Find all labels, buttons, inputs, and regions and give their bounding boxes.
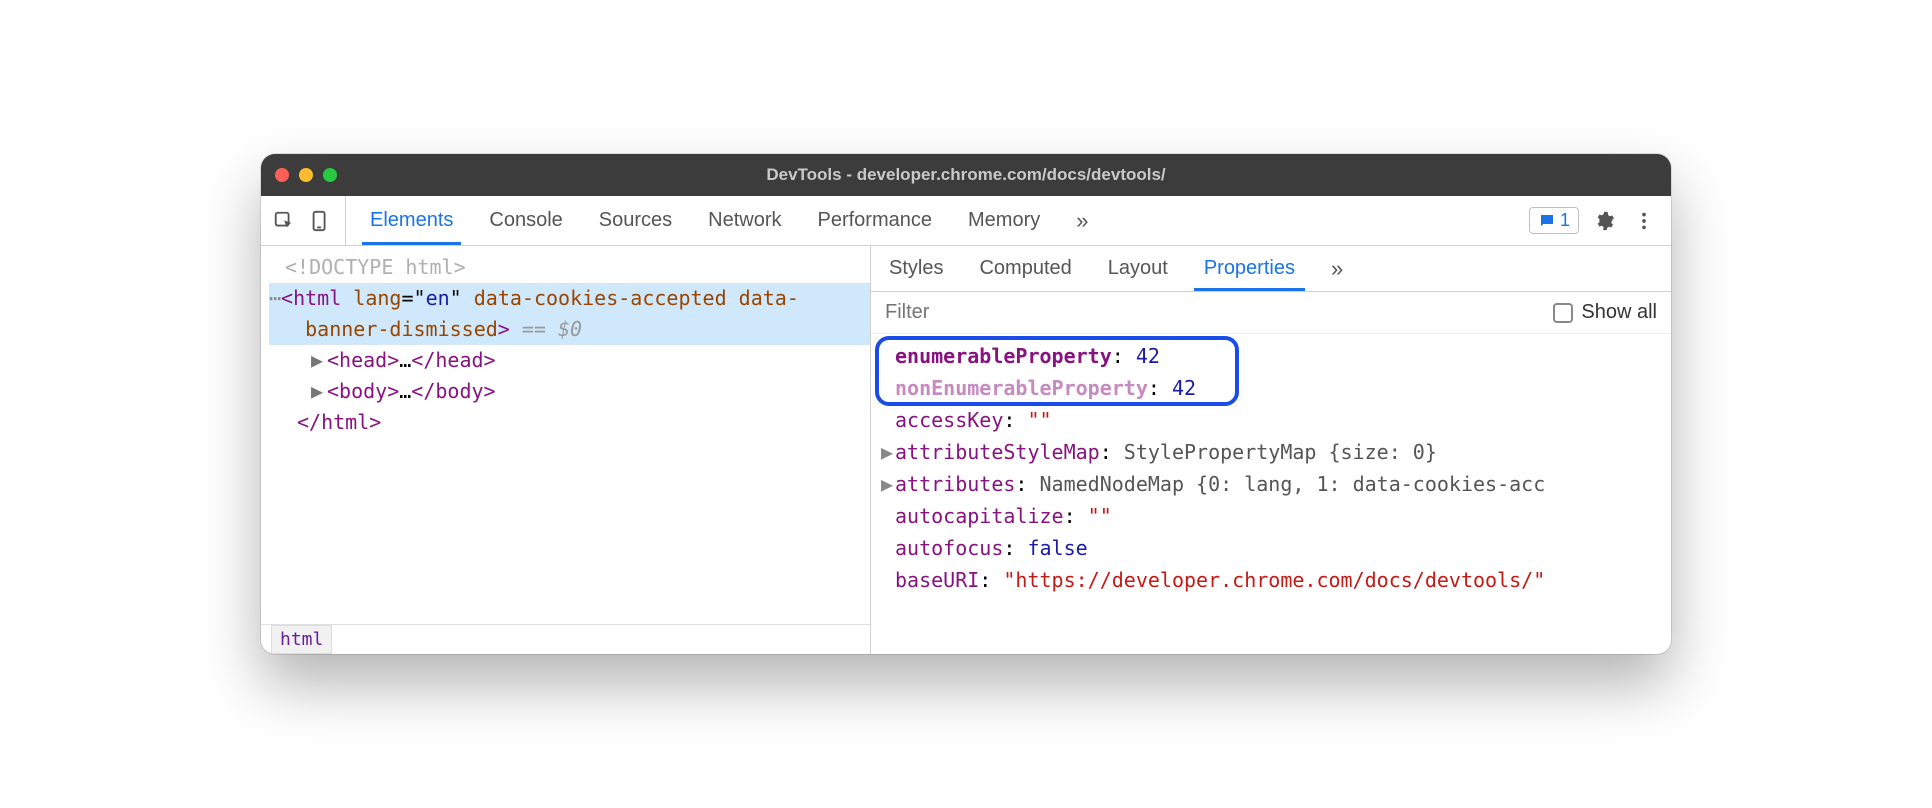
property-row[interactable]: accessKey: "" (881, 404, 1671, 436)
tab-elements[interactable]: Elements (352, 196, 471, 245)
ellipsis-icon: ⋯ (269, 286, 281, 310)
titlebar: DevTools - developer.chrome.com/docs/dev… (261, 154, 1671, 196)
dom-doctype[interactable]: <!DOCTYPE html> (269, 252, 870, 283)
expand-icon[interactable]: ▶ (311, 376, 327, 407)
show-all-toggle[interactable]: Show all (1553, 301, 1657, 324)
devtools-window: DevTools - developer.chrome.com/docs/dev… (261, 154, 1671, 654)
subtab-computed[interactable]: Computed (961, 246, 1089, 291)
issues-button[interactable]: 1 (1529, 207, 1579, 234)
property-row[interactable]: enumerableProperty: 42 (881, 340, 1671, 372)
subtab-properties[interactable]: Properties (1186, 246, 1313, 291)
window-title: DevTools - developer.chrome.com/docs/dev… (766, 165, 1165, 185)
filter-bar: Show all (871, 292, 1671, 334)
dom-html-close[interactable]: </html> (269, 407, 870, 438)
property-row[interactable]: autofocus: false (881, 532, 1671, 564)
chevron-double-icon (1076, 208, 1088, 234)
property-row[interactable]: autocapitalize: "" (881, 500, 1671, 532)
sidebar-tabs: Styles Computed Layout Properties (871, 246, 1671, 292)
tab-network[interactable]: Network (690, 196, 799, 245)
settings-icon[interactable] (1589, 206, 1619, 236)
selected-marker: == $0 (510, 317, 582, 341)
chevron-double-icon (1331, 256, 1343, 282)
minimize-icon[interactable] (299, 168, 313, 182)
tab-performance[interactable]: Performance (800, 196, 951, 245)
inspect-icon[interactable] (269, 206, 299, 236)
more-icon[interactable] (1629, 206, 1659, 236)
property-row[interactable]: ▶attributeStyleMap: StylePropertyMap {si… (881, 436, 1671, 468)
sidebar-pane: Styles Computed Layout Properties Show a… (871, 246, 1671, 654)
tab-sources[interactable]: Sources (581, 196, 690, 245)
properties-list[interactable]: enumerableProperty: 42nonEnumerablePrope… (871, 334, 1671, 596)
breadcrumb-item[interactable]: html (271, 625, 332, 654)
property-row[interactable]: nonEnumerableProperty: 42 (881, 372, 1671, 404)
property-row[interactable]: ▶attributes: NamedNodeMap {0: lang, 1: d… (881, 468, 1671, 500)
property-row[interactable]: baseURI: "https://developer.chrome.com/d… (881, 564, 1671, 596)
elements-pane: <!DOCTYPE html> ⋯<html lang="en" data-co… (261, 246, 871, 654)
subtabs-overflow[interactable] (1313, 246, 1361, 291)
main-toolbar: Elements Console Sources Network Perform… (261, 196, 1671, 246)
dom-tree[interactable]: <!DOCTYPE html> ⋯<html lang="en" data-co… (261, 246, 870, 624)
checkbox-icon[interactable] (1553, 303, 1573, 323)
maximize-icon[interactable] (323, 168, 337, 182)
device-toggle-icon[interactable] (305, 206, 335, 236)
show-all-label: Show all (1581, 301, 1657, 324)
issues-count: 1 (1560, 210, 1570, 231)
close-icon[interactable] (275, 168, 289, 182)
expand-icon[interactable]: ▶ (311, 345, 327, 376)
dom-body[interactable]: ▶<body>…</body> (269, 376, 870, 407)
dom-html-element[interactable]: ⋯<html lang="en" data-cookies-accepted d… (269, 283, 870, 345)
split-view: <!DOCTYPE html> ⋯<html lang="en" data-co… (261, 246, 1671, 654)
toolbar-left (269, 196, 346, 245)
window-controls (275, 168, 337, 182)
breadcrumb[interactable]: html (261, 624, 870, 654)
filter-input[interactable] (885, 301, 1541, 324)
tab-memory[interactable]: Memory (950, 196, 1058, 245)
subtab-styles[interactable]: Styles (871, 246, 961, 291)
main-tabs: Elements Console Sources Network Perform… (346, 196, 1106, 245)
toolbar-right: 1 (1529, 196, 1663, 245)
dom-head[interactable]: ▶<head>…</head> (269, 345, 870, 376)
tab-console[interactable]: Console (471, 196, 580, 245)
tabs-overflow[interactable] (1058, 196, 1106, 245)
subtab-layout[interactable]: Layout (1090, 246, 1186, 291)
